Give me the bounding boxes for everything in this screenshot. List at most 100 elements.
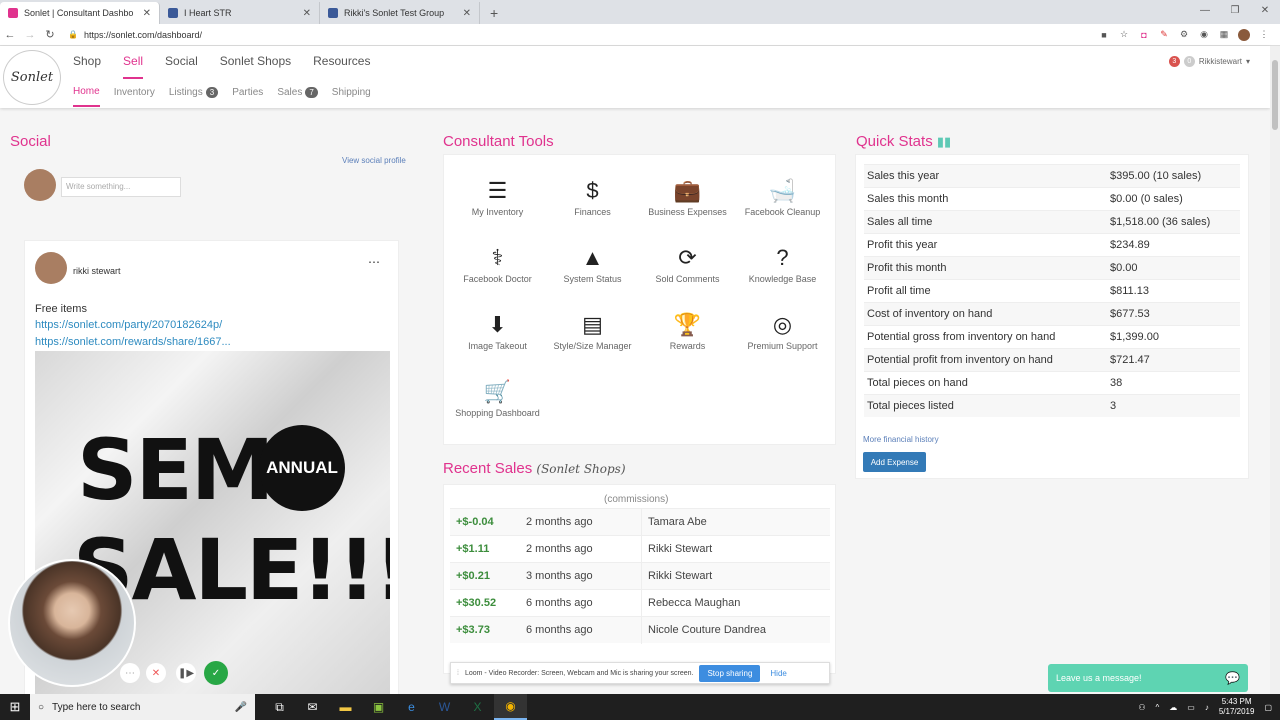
extension-icon[interactable]: ✎ xyxy=(1158,29,1170,41)
post-link[interactable]: https://sonlet.com/party/2070182624p/ xyxy=(35,319,222,331)
reload-icon[interactable]: ↻ xyxy=(40,28,60,41)
nav-sell[interactable]: Sell xyxy=(123,54,144,79)
tool-style-size-manager[interactable]: ▤ Style/Size Manager xyxy=(545,311,640,351)
excel-icon[interactable]: X xyxy=(461,694,494,720)
notification-badge[interactable]: 3 xyxy=(1168,56,1180,67)
caret-down-icon[interactable]: ▾ xyxy=(1246,57,1250,66)
subnav-shipping[interactable]: Shipping xyxy=(332,86,371,107)
word-icon[interactable]: W xyxy=(428,694,461,720)
back-icon[interactable]: ← xyxy=(0,29,20,41)
pocket-extension-icon[interactable]: ◘ xyxy=(1138,29,1150,41)
drag-handle-icon[interactable]: ⁞ xyxy=(457,670,459,677)
microphone-icon[interactable]: 🎤 xyxy=(235,702,247,713)
more-icon[interactable]: ⋯ xyxy=(120,663,140,683)
sonlet-logo[interactable]: Sonlet xyxy=(3,50,61,105)
more-financial-history-link[interactable]: More financial history xyxy=(863,435,939,444)
people-icon[interactable]: ⚇ xyxy=(1138,703,1145,712)
stat-row: Sales this month $0.00 (0 sales) xyxy=(864,187,1240,210)
windows-start-icon[interactable]: ⊞ xyxy=(0,699,30,715)
hide-button[interactable]: Hide xyxy=(770,669,786,678)
subnav-parties[interactable]: Parties xyxy=(232,86,263,107)
tool-system-status[interactable]: ▲ System Status xyxy=(545,244,640,284)
nav-social[interactable]: Social xyxy=(165,54,198,79)
volume-icon[interactable]: ♪ xyxy=(1205,703,1209,712)
url-text: https://sonlet.com/dashboard/ xyxy=(83,29,203,40)
tool-business-expenses[interactable]: 💼 Business Expenses xyxy=(640,177,735,217)
stop-sharing-button[interactable]: Stop sharing xyxy=(699,664,761,682)
mail-icon[interactable]: ✉ xyxy=(296,694,329,720)
stat-value: $1,518.00 (36 sales) xyxy=(1110,216,1211,228)
subnav-listings[interactable]: Listings 3 xyxy=(169,86,219,107)
maximize-icon[interactable]: ❐ xyxy=(1220,0,1250,20)
camera-extension-icon[interactable]: ■ xyxy=(1098,29,1110,41)
tool-image-takeout[interactable]: ⬇ Image Takeout xyxy=(450,311,545,351)
new-tab-button[interactable]: + xyxy=(480,5,508,24)
life-ring-icon: ◎ xyxy=(772,312,793,337)
chrome-icon[interactable]: ◉ xyxy=(494,694,527,720)
username-dropdown[interactable]: Rikkistewart xyxy=(1199,57,1242,66)
stat-row: Profit this year $234.89 xyxy=(864,233,1240,256)
post-link[interactable]: https://sonlet.com/rewards/share/1667... xyxy=(35,336,231,348)
star-icon[interactable]: ☆ xyxy=(1118,29,1130,41)
browser-tab-sonlet[interactable]: Sonlet | Consultant Dashbo ✕ xyxy=(0,2,160,24)
cloud-icon[interactable]: ☁ xyxy=(1169,703,1177,712)
browser-tab-test-group[interactable]: Rikki's Sonlet Test Group ✕ xyxy=(320,2,480,24)
task-view-icon[interactable]: ⧉ xyxy=(263,694,296,720)
close-tab-icon[interactable]: ✕ xyxy=(303,8,311,19)
network-icon[interactable]: ▭ xyxy=(1187,703,1195,712)
extension-icon[interactable]: ▦ xyxy=(1218,29,1230,41)
forward-icon[interactable]: → xyxy=(20,29,40,41)
write-something-input[interactable]: Write something... xyxy=(61,177,181,197)
tool-knowledge-base[interactable]: ? Knowledge Base xyxy=(735,244,830,284)
sale-customer: Nicole Couture Dandrea xyxy=(641,616,766,644)
subnav-sales[interactable]: Sales 7 xyxy=(277,86,318,107)
tool-shopping-dashboard[interactable]: 🛒 Shopping Dashboard xyxy=(450,378,545,418)
view-social-profile-link[interactable]: View social profile xyxy=(342,156,406,165)
profile-avatar[interactable] xyxy=(1238,28,1250,41)
more-options-icon[interactable]: ⋯ xyxy=(368,255,380,269)
extension-icon[interactable]: ◉ xyxy=(1198,29,1210,41)
extension-icon[interactable]: ⚙ xyxy=(1178,29,1190,41)
subnav-inventory[interactable]: Inventory xyxy=(114,86,155,107)
add-expense-button[interactable]: Add Expense xyxy=(863,452,926,472)
tool-sold-comments[interactable]: ⟳ Sold Comments xyxy=(640,244,735,284)
store-icon[interactable]: ▣ xyxy=(362,694,395,720)
post-author[interactable]: rikki stewart xyxy=(73,266,121,276)
nav-sonlet-shops[interactable]: Sonlet Shops xyxy=(220,54,291,79)
tool-rewards[interactable]: 🏆 Rewards xyxy=(640,311,735,351)
page-scrollbar[interactable] xyxy=(1270,46,1280,696)
bathtub-icon: 🛁 xyxy=(768,178,797,203)
browser-tab-i-heart-str[interactable]: I Heart STR ✕ xyxy=(160,2,320,24)
stat-label: Potential profit from inventory on hand xyxy=(867,354,1053,366)
nav-shop[interactable]: Shop xyxy=(73,54,101,79)
finish-recording-icon[interactable]: ✓ xyxy=(204,661,228,685)
stat-label: Total pieces listed xyxy=(867,400,954,412)
nav-resources[interactable]: Resources xyxy=(313,54,370,79)
taskbar-search-input[interactable]: ○ Type here to search 🎤 xyxy=(30,694,255,720)
clock[interactable]: 5:43 PM 5/17/2019 xyxy=(1219,697,1255,717)
pause-icon[interactable]: ❚▶ xyxy=(176,663,196,683)
menu-icon[interactable]: ⋮ xyxy=(1258,29,1270,41)
leave-message-chat-button[interactable]: Leave us a message! 💬 xyxy=(1048,664,1248,692)
close-tab-icon[interactable]: ✕ xyxy=(143,8,151,19)
webcam-bubble xyxy=(8,559,136,687)
notifications-icon[interactable]: ▢ xyxy=(1264,703,1272,712)
scrollbar-thumb[interactable] xyxy=(1272,60,1278,130)
subnav-home[interactable]: Home xyxy=(73,86,100,107)
file-explorer-icon[interactable]: ▬ xyxy=(329,694,362,720)
message-badge[interactable]: 0 xyxy=(1183,56,1195,67)
chevron-up-icon[interactable]: ^ xyxy=(1156,703,1160,712)
url-field[interactable]: 🔒 https://sonlet.com/dashboard/ xyxy=(68,30,1098,40)
tool-facebook-doctor[interactable]: ⚕ Facebook Doctor xyxy=(450,244,545,284)
stat-row: Profit all time $811.13 xyxy=(864,279,1240,302)
cancel-recording-icon[interactable]: ✕ xyxy=(146,663,166,683)
close-tab-icon[interactable]: ✕ xyxy=(463,8,471,19)
minimize-icon[interactable]: — xyxy=(1190,0,1220,20)
close-window-icon[interactable]: ✕ xyxy=(1250,0,1280,20)
stat-value: $234.89 xyxy=(1110,239,1150,251)
tool-premium-support[interactable]: ◎ Premium Support xyxy=(735,311,830,351)
tool-facebook-cleanup[interactable]: 🛁 Facebook Cleanup xyxy=(735,177,830,217)
tool-my-inventory[interactable]: ☰ My Inventory xyxy=(450,177,545,217)
tool-finances[interactable]: $ Finances xyxy=(545,177,640,217)
edge-icon[interactable]: e xyxy=(395,694,428,720)
